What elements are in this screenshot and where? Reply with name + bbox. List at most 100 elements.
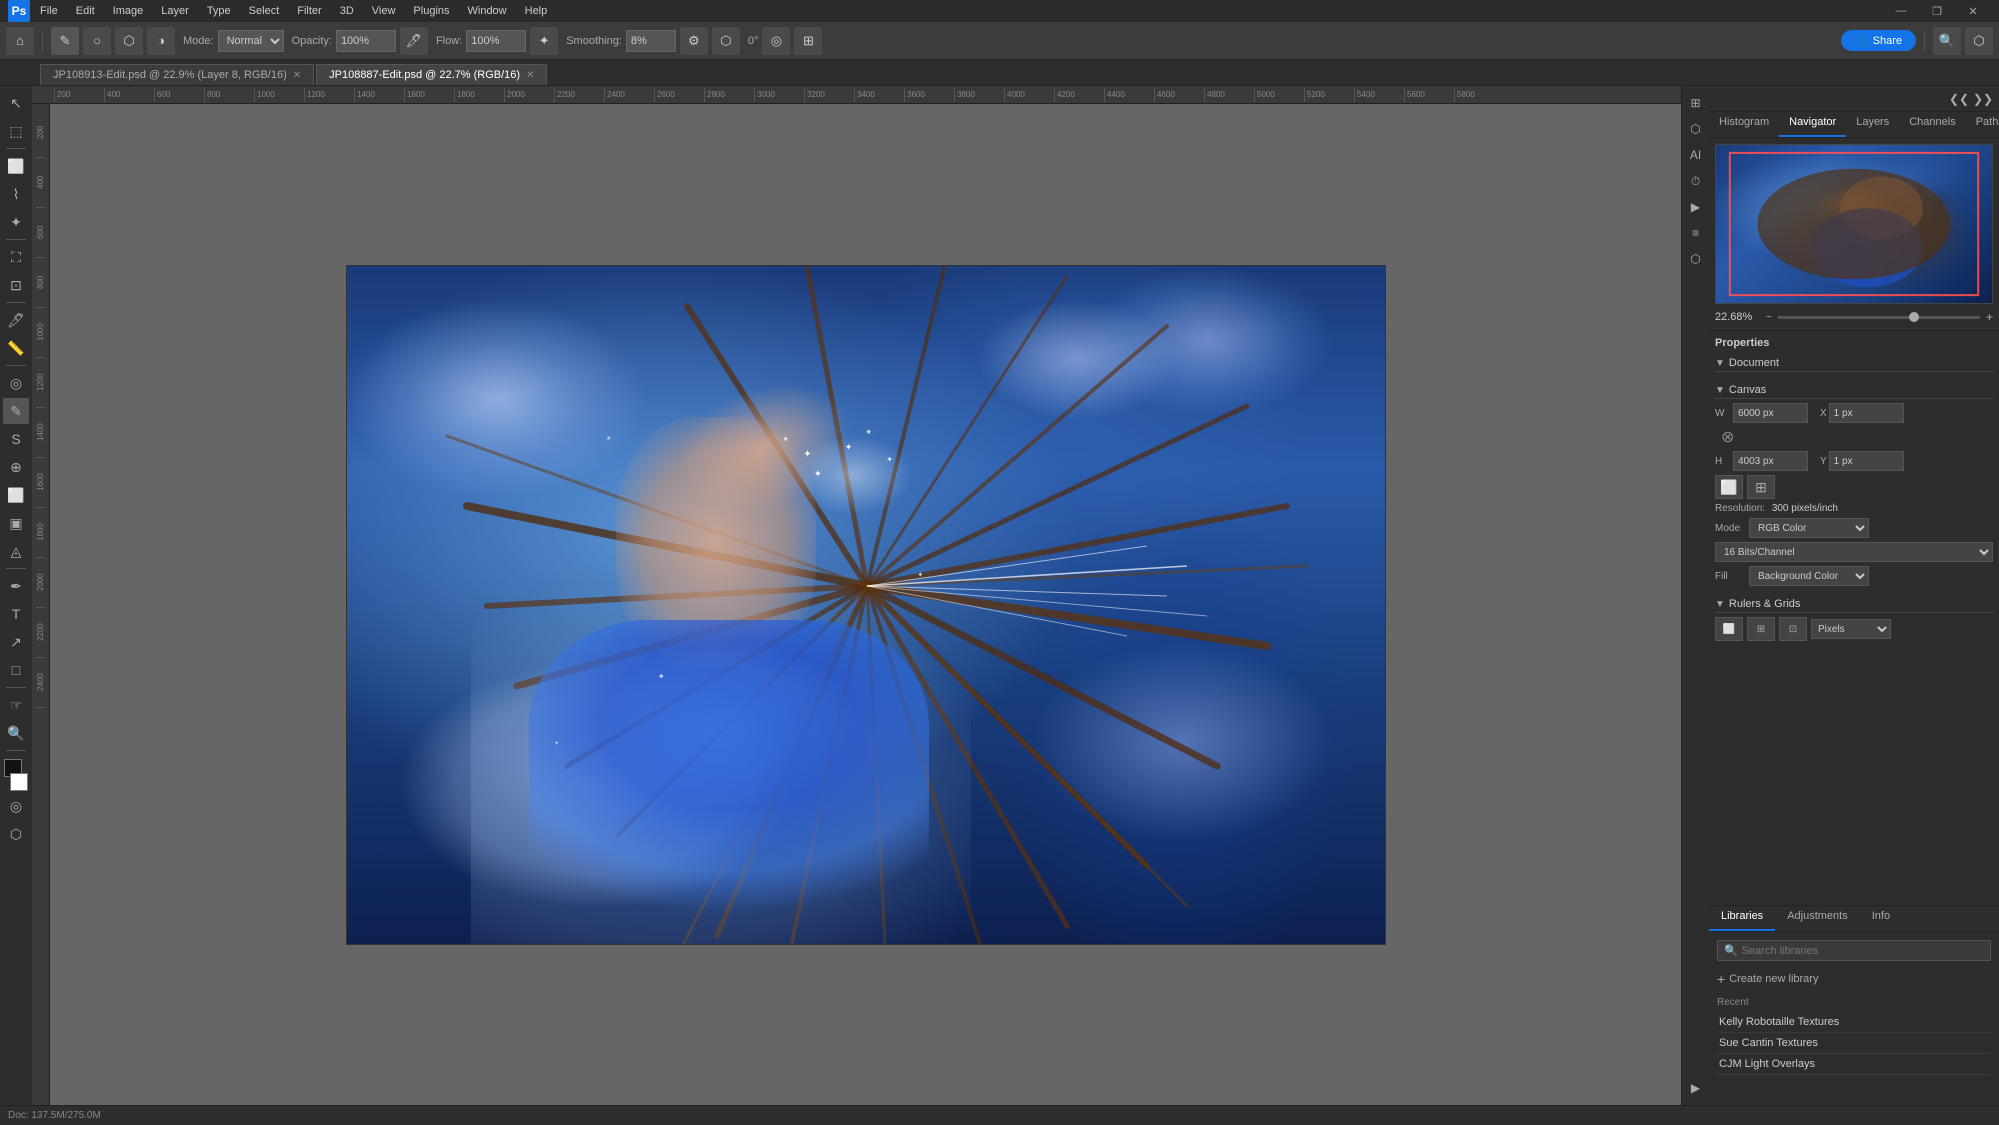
menu-window[interactable]: Window [460,3,515,19]
home-button[interactable]: ⌂ [6,27,34,55]
menu-file[interactable]: File [32,3,66,19]
link-dimensions-icon[interactable]: ⊗ [1721,427,1734,447]
screen-mode[interactable]: ⬡ [3,821,29,847]
tab-histogram[interactable]: Histogram [1709,112,1779,137]
x-input[interactable] [1829,403,1904,423]
tab-2-close[interactable]: ✕ [526,70,534,81]
menu-edit[interactable]: Edit [68,3,103,19]
canvas-viewport[interactable]: ✦ ✦ ★ ✦ ✦ ✦ ✦ ✦ ★ ★ [50,104,1681,1105]
opacity-input[interactable] [336,30,396,52]
minimize-button[interactable]: — [1883,0,1919,22]
menu-type[interactable]: Type [199,3,239,19]
move-tool[interactable]: ↖ [3,90,29,116]
library-item-1[interactable]: Sue Cantin Textures [1717,1033,1991,1054]
rulers-header[interactable]: ▼ Rulers & Grids [1715,596,1993,613]
tab-2[interactable]: JP108887-Edit.psd @ 22.7% (RGB/16) ✕ [316,64,547,85]
tab-channels[interactable]: Channels [1899,112,1965,137]
panel-icon-collapse[interactable]: ⬡ [1685,118,1707,140]
tab-info[interactable]: Info [1860,906,1902,931]
eraser-tool[interactable]: ⬜ [3,482,29,508]
artboard-tool[interactable]: ⬚ [3,118,29,144]
menu-3d[interactable]: 3D [332,3,362,19]
smoothing-options[interactable]: ⚙ [680,27,708,55]
mode-select[interactable]: RGB Color [1749,518,1869,538]
pressure-toggle[interactable]: ◎ [762,27,790,55]
library-item-2[interactable]: CJM Light Overlays [1717,1054,1991,1075]
create-library-button[interactable]: + Create new library [1717,969,1991,989]
library-search-input[interactable] [1742,945,1984,957]
menu-select[interactable]: Select [241,3,288,19]
panel-icon-properties2[interactable]: ≡ [1685,222,1707,244]
background-color[interactable] [10,773,28,791]
bit-depth-select[interactable]: 16 Bits/Channel [1715,542,1993,562]
tab-navigator[interactable]: Navigator [1779,112,1846,137]
canvas-header[interactable]: ▼ Canvas [1715,382,1993,399]
panel-icon-history[interactable]: ⏱ [1685,170,1707,192]
brush-tool[interactable]: ✎ [3,398,29,424]
brush-mode-hardness[interactable]: ◑ [147,27,175,55]
blur-tool[interactable]: ◬ [3,538,29,564]
mode-select[interactable]: Normal [218,30,284,52]
menu-view[interactable]: View [364,3,404,19]
lasso-tool[interactable]: ⌇ [3,181,29,207]
brush-mode-normal[interactable]: ⬡ [115,27,143,55]
library-search[interactable]: 🔍 [1717,940,1991,961]
ruler-icon1[interactable]: ⬜ [1715,617,1743,641]
hand-tool[interactable]: ☞ [3,692,29,718]
smoothing-input[interactable] [626,30,676,52]
rulers-unit-select[interactable]: Pixels [1811,619,1891,639]
close-button[interactable]: ✕ [1955,0,1991,22]
gradient-tool[interactable]: ▣ [3,510,29,536]
ruler-tool[interactable]: 📏 [3,335,29,361]
zoom-slider[interactable] [1778,316,1980,319]
navigator-thumbnail[interactable] [1715,144,1993,304]
tab-libraries[interactable]: Libraries [1709,906,1775,931]
canvas-size-icon1[interactable]: ⬜ [1715,475,1743,499]
restore-button[interactable]: ❐ [1919,0,1955,22]
tab-paths[interactable]: Paths [1966,112,1999,137]
brush-preset[interactable]: ✎ [51,27,79,55]
brush-picker[interactable]: ○ [83,27,111,55]
canvas-size-icon2[interactable]: ⊞ [1747,475,1775,499]
pen-tool[interactable]: ✒ [3,573,29,599]
y-input[interactable] [1829,451,1904,471]
collapse-panel-icon[interactable]: ❮❮ [1949,89,1969,109]
panel-icon-ai[interactable]: AI [1685,144,1707,166]
expand-panel-icon[interactable]: ❯❯ [1973,89,1993,109]
angle-options[interactable]: ⬡ [712,27,740,55]
panel-icon-actions[interactable]: ⬡ [1685,248,1707,270]
clone-stamp-tool[interactable]: S [3,426,29,452]
symmtery-toggle[interactable]: ⊞ [794,27,822,55]
height-input[interactable] [1733,451,1808,471]
share-button[interactable]: 👤 Share [1841,30,1916,51]
eyedropper-tool[interactable]: 🖊 [3,307,29,333]
app-icon[interactable]: Ps [8,0,30,22]
menu-help[interactable]: Help [517,3,556,19]
panel-icon-expand[interactable]: ⊞ [1685,92,1707,114]
tab-1[interactable]: JP108913-Edit.psd @ 22.9% (Layer 8, RGB/… [40,64,314,85]
menu-image[interactable]: Image [105,3,152,19]
canvas-document[interactable]: ✦ ✦ ★ ✦ ✦ ✦ ✦ ✦ ★ ★ [346,265,1386,945]
color-swatches[interactable] [2,759,30,791]
document-header[interactable]: ▼ Document [1715,355,1993,372]
zoom-tool[interactable]: 🔍 [3,720,29,746]
frame-tool[interactable]: ⊡ [3,272,29,298]
rectangular-marquee-tool[interactable]: ⬜ [3,153,29,179]
quick-mask-toggle[interactable]: ◎ [3,793,29,819]
opacity-options[interactable]: 🖊 [400,27,428,55]
panel-icon-play[interactable]: ▶ [1685,1077,1707,1099]
width-input[interactable] [1733,403,1808,423]
tab-layers[interactable]: Layers [1846,112,1899,137]
menu-filter[interactable]: Filter [289,3,329,19]
menu-plugins[interactable]: Plugins [405,3,457,19]
type-tool[interactable]: T [3,601,29,627]
fill-select[interactable]: Background Color [1749,566,1869,586]
tab-1-close[interactable]: ✕ [293,70,301,81]
tab-adjustments[interactable]: Adjustments [1775,906,1860,931]
menu-layer[interactable]: Layer [153,3,197,19]
ruler-icon2[interactable]: ⊞ [1747,617,1775,641]
healing-brush-tool[interactable]: ◎ [3,370,29,396]
flow-input[interactable] [466,30,526,52]
library-item-0[interactable]: Kelly Robotaille Textures [1717,1012,1991,1033]
workspace-button[interactable]: ⬡ [1965,27,1993,55]
